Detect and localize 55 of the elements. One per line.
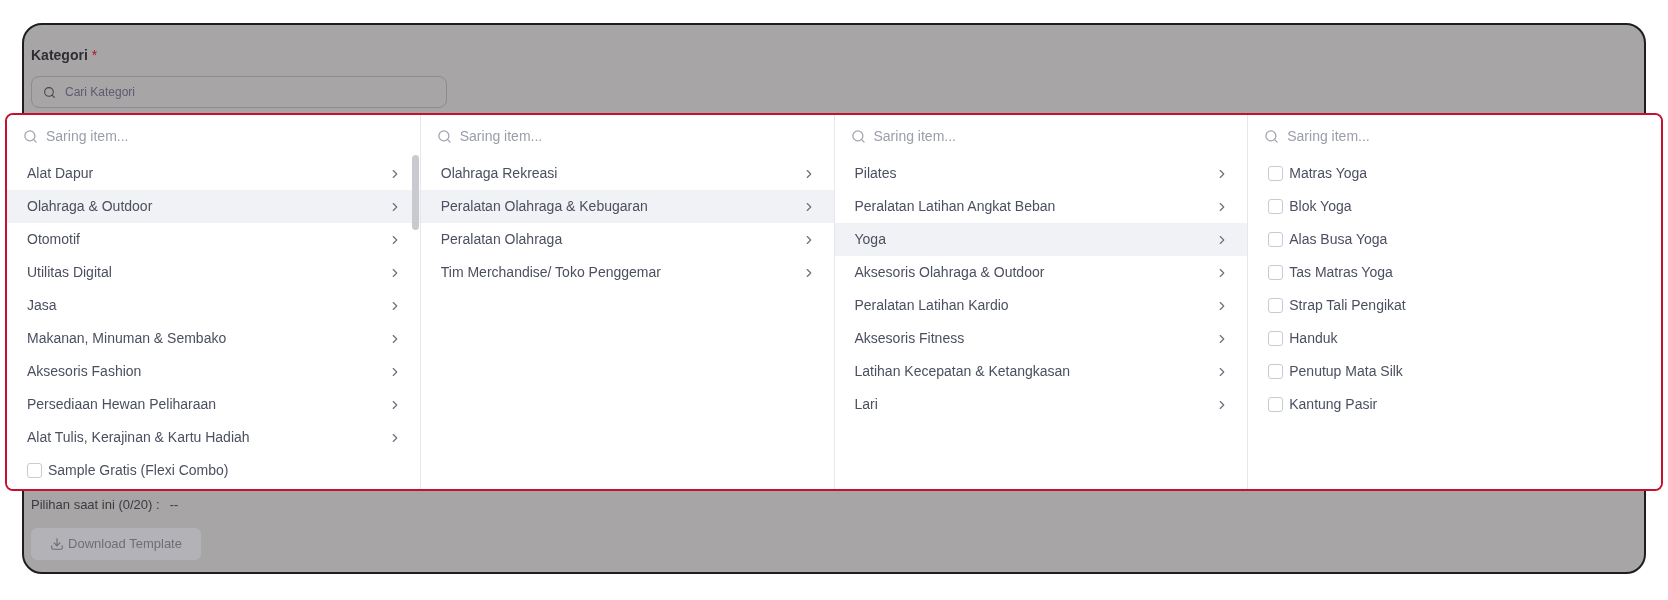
category-item[interactable]: Persediaan Hewan Peliharaan	[7, 388, 420, 421]
category-item[interactable]: Peralatan Latihan Kardio	[834, 289, 1248, 322]
filter-field[interactable]: Saring item...	[873, 125, 1174, 147]
selection-value: --	[169, 495, 179, 514]
category-item[interactable]: Aksesoris Fitness	[834, 322, 1248, 355]
category-item[interactable]: Peralatan Latihan Angkat Beban	[834, 190, 1248, 223]
checkbox[interactable]	[1268, 397, 1284, 412]
category-item[interactable]: Makanan, Minuman & Sembako	[7, 322, 420, 355]
search-icon	[43, 86, 56, 99]
selection-label: Pilihan saat ini (0/20) :	[31, 495, 160, 514]
checkbox[interactable]	[1268, 331, 1284, 346]
filter-field[interactable]: Saring item...	[1287, 125, 1588, 147]
category-item[interactable]: Olahraga Rekreasi	[420, 157, 834, 190]
filter-field[interactable]: Saring item...	[459, 125, 760, 147]
category-item[interactable]: Alat Dapur	[7, 157, 420, 190]
required-mark: *	[91, 46, 98, 65]
option-label: Tas Matras Yoga	[1289, 263, 1393, 282]
option-label: Matras Yoga	[1289, 164, 1368, 183]
category-item[interactable]: Lari	[834, 388, 1248, 421]
checkbox[interactable]	[1268, 199, 1284, 214]
category-item[interactable]: Aksesoris Olahraga & Outdoor	[834, 256, 1248, 289]
search-field[interactable]: Cari Kategori	[31, 76, 447, 108]
checkbox[interactable]	[1268, 298, 1284, 313]
category-item[interactable]: Utilitas Digital	[7, 256, 420, 289]
category-item[interactable]: Peralatan Olahraga & Kebugaran	[420, 190, 834, 223]
field-label: Kategori	[31, 46, 88, 65]
category-item[interactable]: Pilates	[834, 157, 1248, 190]
category-item[interactable]: Tim Merchandise/ Toko Penggemar	[420, 256, 834, 289]
option-label: Alas Busa Yoga	[1289, 230, 1388, 249]
option-label: Penutup Mata Silk	[1289, 362, 1403, 381]
search-icon	[850, 128, 866, 144]
checkbox[interactable]	[27, 463, 42, 478]
category-item[interactable]: Peralatan Olahraga	[420, 223, 834, 256]
scrollbar-thumb[interactable]	[411, 155, 419, 230]
option-label: Blok Yoga	[1289, 197, 1352, 216]
search-icon	[23, 128, 38, 144]
category-item[interactable]: Olahraga & Outdoor	[7, 190, 420, 223]
option-label: Sample Gratis (Flexi Combo)	[48, 461, 229, 480]
checkbox[interactable]	[1268, 364, 1284, 379]
checkbox[interactable]	[1268, 232, 1284, 247]
category-item[interactable]: Yoga	[834, 223, 1248, 256]
category-item[interactable]: Latihan Kecepatan & Ketangkasan	[834, 355, 1248, 388]
filter-field[interactable]: Saring item...	[46, 125, 346, 147]
search-icon	[436, 128, 452, 144]
option-label: Kantung Pasir	[1289, 395, 1378, 414]
download-icon	[50, 537, 64, 551]
option-label: Handuk	[1289, 329, 1338, 348]
category-item[interactable]: Alat Tulis, Kerajinan & Kartu Hadiah	[7, 421, 420, 454]
category-item[interactable]: Jasa	[7, 289, 420, 322]
checkbox[interactable]	[1268, 166, 1284, 181]
category-item[interactable]: Otomotif	[7, 223, 420, 256]
search-icon	[1264, 128, 1280, 144]
category-item[interactable]: Aksesoris Fashion	[7, 355, 420, 388]
option-label: Strap Tali Pengikat	[1289, 296, 1406, 315]
checkbox[interactable]	[1268, 265, 1284, 280]
